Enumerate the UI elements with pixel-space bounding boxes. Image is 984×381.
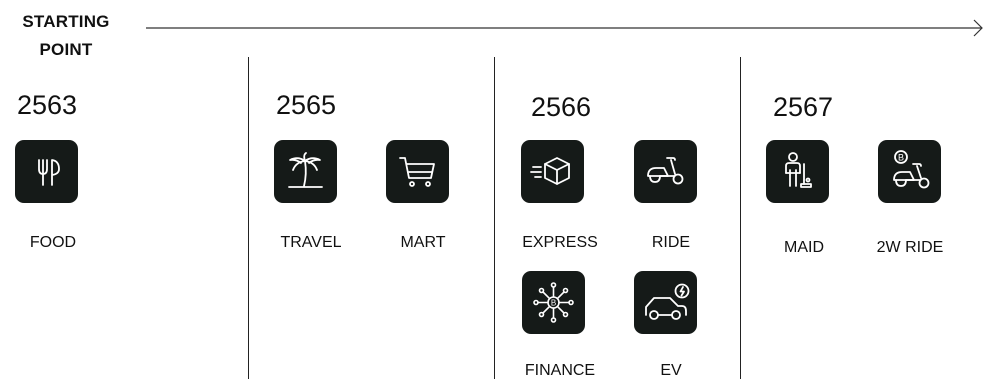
year-2565: 2565 xyxy=(276,90,337,120)
svg-text:B: B xyxy=(551,299,556,308)
period-divider xyxy=(494,57,495,379)
shopping-cart-icon xyxy=(399,157,435,187)
parcel-box-icon xyxy=(530,157,570,185)
service-maid-tile xyxy=(766,140,829,203)
timeline-arrow xyxy=(146,19,983,37)
finance-network-icon: B xyxy=(533,282,574,323)
scooter-icon xyxy=(647,157,684,185)
service-express-label: EXPRESS xyxy=(522,234,598,251)
year-2566: 2566 xyxy=(531,92,592,122)
year-2567: 2567 xyxy=(773,92,834,122)
service-finance-label: FINANCE xyxy=(524,362,596,379)
maid-cleaner-icon xyxy=(785,152,812,188)
service-travel-tile xyxy=(274,140,337,203)
year-2563: 2563 xyxy=(17,90,78,120)
service-maid-label: MAID xyxy=(784,239,824,256)
palm-tree-icon xyxy=(288,152,323,188)
period-divider xyxy=(740,57,741,379)
electric-car-icon xyxy=(645,283,690,320)
service-ride-label: RIDE xyxy=(651,234,691,251)
service-mart-label: MART xyxy=(400,234,446,251)
service-travel-label: TRAVEL xyxy=(280,234,342,251)
service-ev-tile xyxy=(634,271,697,334)
service-mart-tile xyxy=(386,140,449,203)
service-food-tile xyxy=(15,140,78,203)
two-wheel-scooter-icon: B xyxy=(893,150,930,189)
svg-text:B: B xyxy=(898,153,904,163)
service-2w-ride-label: 2W RIDE xyxy=(876,239,944,256)
period-divider xyxy=(248,57,249,379)
service-2w-ride-tile: B xyxy=(878,140,941,203)
service-food-label: FOOD xyxy=(29,234,77,251)
service-ev-label: EV xyxy=(660,362,682,379)
utensils-icon xyxy=(38,159,60,186)
service-finance-tile: B xyxy=(522,271,585,334)
service-express-tile xyxy=(521,140,584,203)
service-ride-tile xyxy=(634,140,697,203)
